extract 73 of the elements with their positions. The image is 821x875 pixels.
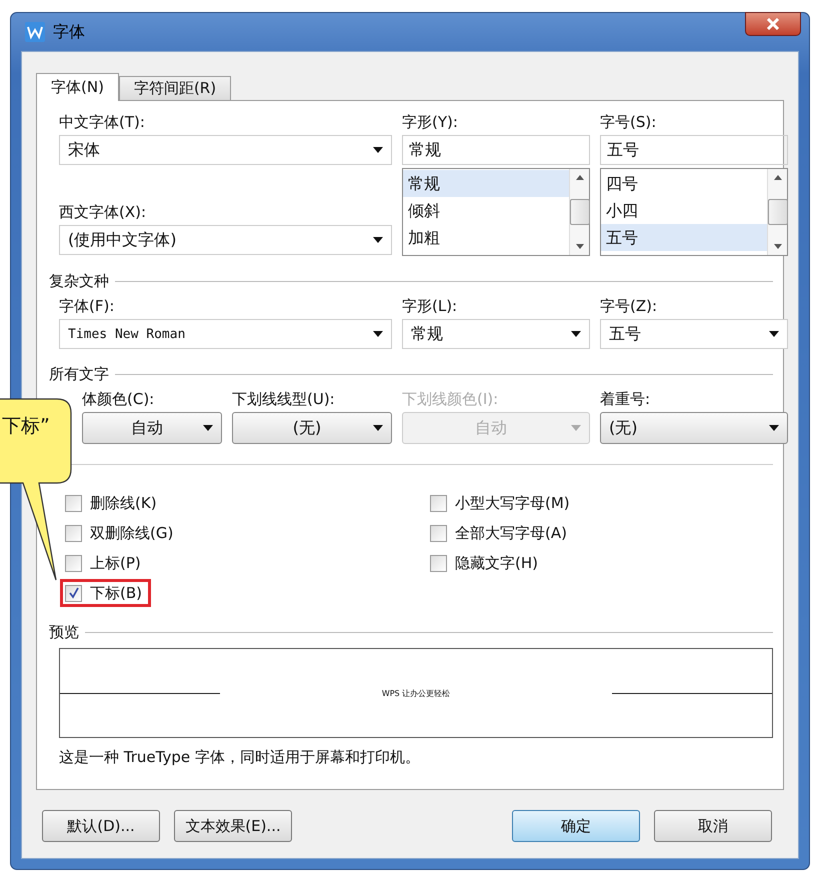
- check-icon: [68, 587, 80, 599]
- window-title: 字体: [53, 22, 85, 42]
- list-item[interactable]: 常规: [403, 170, 569, 197]
- font-type-note: 这是一种 TrueType 字体，同时适用于屏幕和打印机。: [59, 748, 421, 767]
- checkbox[interactable]: [65, 584, 82, 602]
- field-label: 字体(F):: [59, 297, 116, 317]
- scroll-down-icon[interactable]: [774, 244, 782, 249]
- dialog-button[interactable]: 文本效果(E)...: [174, 810, 292, 842]
- field-label: 字形(L):: [402, 297, 458, 317]
- caret-icon: [373, 237, 383, 243]
- checkbox-option[interactable]: 双删除线(G): [60, 519, 182, 547]
- caret-icon: [571, 331, 581, 337]
- callout-text: 下标”: [2, 414, 50, 439]
- checkbox-option[interactable]: 全部大写字母(A): [425, 519, 576, 547]
- scrollbar[interactable]: [569, 169, 589, 255]
- field-label: 着重号:: [600, 390, 652, 410]
- list-item[interactable]: 倾斜: [403, 197, 569, 224]
- scroll-up-icon[interactable]: [774, 175, 782, 180]
- field-label: 字形(Y):: [402, 113, 459, 133]
- preview-sample-text: WPS 让办公更轻松: [380, 688, 452, 698]
- tab[interactable]: 字符间距(R): [118, 76, 232, 100]
- dropdown[interactable]: 五号: [600, 319, 788, 349]
- dropdown-button[interactable]: (无): [232, 412, 392, 444]
- checkbox-option[interactable]: 下标(B): [60, 579, 151, 607]
- field-label: 西文字体(X):: [59, 203, 148, 223]
- western-font-dropdown[interactable]: (使用中文字体): [59, 225, 392, 255]
- dropdown-button[interactable]: (无): [600, 412, 788, 444]
- checkbox-option[interactable]: 隐藏文字(H): [425, 549, 547, 577]
- list-item[interactable]: 加粗: [403, 224, 569, 251]
- dialog-button[interactable]: 取消: [654, 810, 772, 842]
- caret-icon: [769, 331, 779, 337]
- field-label: 字号(Z):: [600, 297, 658, 317]
- app-icon: [25, 22, 45, 42]
- scroll-up-icon[interactable]: [576, 175, 584, 180]
- field-label: 中文字体(T):: [59, 113, 146, 133]
- checkbox[interactable]: [430, 554, 447, 572]
- dialog-button[interactable]: 默认(D)...: [42, 810, 160, 842]
- field-label: 体颜色(C):: [82, 390, 156, 410]
- caret-icon: [571, 425, 581, 431]
- field-label: 下划线颜色(I):: [402, 390, 500, 410]
- dropdown-button[interactable]: 自动: [82, 412, 222, 444]
- dropdown[interactable]: Times New Roman: [59, 319, 392, 349]
- section-title: 复杂文种: [49, 272, 109, 291]
- style-input-field[interactable]: 常规: [402, 135, 590, 165]
- list-item[interactable]: 小四: [601, 197, 767, 224]
- checkbox-option[interactable]: 上标(P): [60, 549, 150, 577]
- caret-icon: [373, 147, 383, 153]
- field-label: 下划线线型(U):: [232, 390, 336, 410]
- tab[interactable]: 字体(N): [36, 73, 119, 101]
- close-icon: [766, 18, 780, 30]
- size-input-field[interactable]: 五号: [600, 135, 788, 165]
- caret-icon: [203, 425, 213, 431]
- checkbox-option[interactable]: 小型大写字母(M): [425, 489, 579, 517]
- checkbox[interactable]: [65, 524, 82, 542]
- caret-icon: [373, 331, 383, 337]
- dialog-button[interactable]: 确定: [512, 810, 640, 842]
- list-item[interactable]: 五号: [601, 224, 767, 251]
- scroll-down-icon[interactable]: [576, 244, 584, 249]
- scrollbar[interactable]: [767, 169, 787, 255]
- section-title: 所有文字: [49, 365, 109, 384]
- checkbox-option[interactable]: 删除线(K): [60, 489, 166, 517]
- section-title: 预览: [49, 623, 79, 642]
- dropdown[interactable]: 常规: [402, 319, 590, 349]
- list-item[interactable]: 四号: [601, 170, 767, 197]
- close-button[interactable]: [745, 12, 801, 36]
- caret-icon: [769, 425, 779, 431]
- checkbox[interactable]: [65, 494, 82, 512]
- checkbox[interactable]: [65, 554, 82, 572]
- caret-icon: [373, 425, 383, 431]
- chinese-font-dropdown[interactable]: 宋体: [59, 135, 392, 165]
- checkbox[interactable]: [430, 524, 447, 542]
- checkbox[interactable]: [430, 494, 447, 512]
- field-label: 字号(S):: [600, 113, 658, 133]
